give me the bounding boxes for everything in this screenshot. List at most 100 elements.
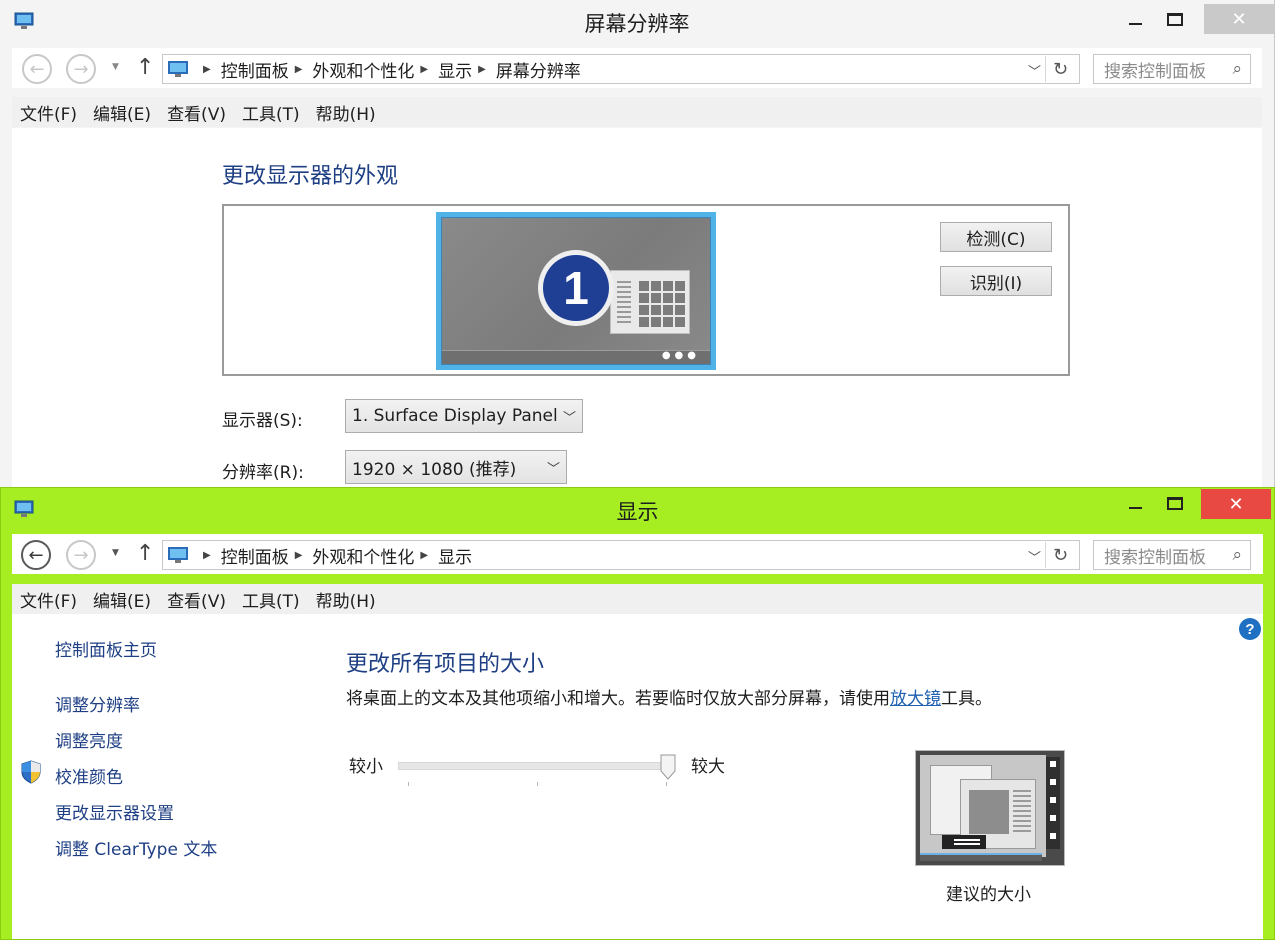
maximize-icon <box>1167 12 1183 26</box>
search-input[interactable]: 搜索控制面板 ⌕ <box>1093 54 1251 84</box>
breadcrumb-separator-icon[interactable]: ▶ <box>295 550 303 561</box>
display-select-value: 1. Surface Display Panel <box>352 406 558 426</box>
back-arrow-icon: ← <box>28 544 44 566</box>
slider-min-label: 较小 <box>349 757 383 777</box>
breadcrumb-display[interactable]: 显示 <box>438 543 472 568</box>
close-button[interactable]: ✕ <box>1204 4 1274 34</box>
menu-view[interactable]: 查看(V) <box>159 100 234 125</box>
refresh-button[interactable]: ↻ <box>1045 56 1075 82</box>
more-dots-icon: ●●● <box>661 350 700 361</box>
search-input[interactable]: 搜索控制面板 ⌕ <box>1093 540 1251 570</box>
display-select[interactable]: 1. Surface Display Panel ﹀ <box>345 399 583 433</box>
identify-button[interactable]: 识别(I) <box>940 266 1052 296</box>
breadcrumb-separator-icon[interactable]: ▶ <box>203 64 211 75</box>
monitor-layout-panel: 1 ●●● 检测(C) 识别(I) <box>222 204 1070 376</box>
preview-menu-chip <box>942 835 986 849</box>
window-grid-graphic <box>637 279 685 327</box>
up-level-button[interactable]: ↑ <box>136 55 154 80</box>
menu-bar: 文件(F) 编辑(E) 查看(V) 工具(T) 帮助(H) <box>12 584 1263 614</box>
breadcrumb-separator-icon[interactable]: ▶ <box>420 64 428 75</box>
address-bar[interactable]: ▶ 控制面板 ▶ 外观和个性化 ▶ 显示 ﹀ ↻ <box>162 540 1080 570</box>
description-after: 工具。 <box>941 689 992 709</box>
sidebar-item-display-settings[interactable]: 更改显示器设置 <box>55 799 174 824</box>
up-level-button[interactable]: ↑ <box>136 541 154 566</box>
magnifier-link[interactable]: 放大镜 <box>890 689 941 709</box>
close-icon: ✕ <box>1228 493 1244 515</box>
preview-desktop <box>920 755 1046 857</box>
forward-button[interactable]: → <box>66 540 96 570</box>
preview-caption: 建议的大小 <box>946 885 1031 905</box>
menu-help[interactable]: 帮助(H) <box>308 100 384 125</box>
maximize-button[interactable] <box>1152 4 1198 34</box>
close-button[interactable]: ✕ <box>1201 489 1271 519</box>
sidebar-item-calibrate-color[interactable]: 校准颜色 <box>55 763 123 788</box>
refresh-button[interactable]: ↻ <box>1045 542 1075 568</box>
menu-tools[interactable]: 工具(T) <box>234 587 308 612</box>
menu-file[interactable]: 文件(F) <box>12 100 85 125</box>
back-arrow-icon: ← <box>29 58 45 80</box>
breadcrumb-separator-icon[interactable]: ▶ <box>203 550 211 561</box>
breadcrumb-separator-icon[interactable]: ▶ <box>420 550 428 561</box>
charm-dot <box>1050 779 1056 785</box>
window-title: 显示 <box>616 500 659 524</box>
chevron-down-icon: ﹀ <box>546 462 560 477</box>
slider-thumb[interactable] <box>660 754 676 780</box>
charm-dot <box>1050 761 1056 767</box>
sidebar-item-adjust-resolution[interactable]: 调整分辨率 <box>55 691 140 716</box>
search-icon: ⌕ <box>1232 59 1242 79</box>
recent-locations-dropdown[interactable]: ▼ <box>112 62 119 72</box>
slider-track[interactable] <box>398 762 668 770</box>
menu-view[interactable]: 查看(V) <box>159 587 234 612</box>
preview-image-block <box>969 790 1009 834</box>
resolution-label: 分辨率(R): <box>222 463 304 483</box>
sidebar-item-control-panel-home[interactable]: 控制面板主页 <box>55 636 157 661</box>
minimize-icon <box>1128 507 1142 509</box>
breadcrumb-screen-resolution[interactable]: 屏幕分辨率 <box>496 57 581 82</box>
chevron-down-icon[interactable]: ﹀ <box>1028 61 1041 80</box>
size-preview-image <box>915 750 1065 866</box>
breadcrumb-display[interactable]: 显示 <box>438 57 472 82</box>
address-row: ← → ▼ ↑ ▶ 控制面板 ▶ 外观和个性化 ▶ 显示 ﹀ ↻ 搜索控制面板 … <box>12 534 1263 574</box>
menu-tools[interactable]: 工具(T) <box>234 100 308 125</box>
help-icon[interactable]: ? <box>1239 618 1261 640</box>
search-placeholder: 搜索控制面板 <box>1104 547 1206 568</box>
title-bar[interactable]: 屏幕分辨率 ✕ <box>0 0 1274 46</box>
resolution-select[interactable]: 1920 × 1080 (推荐) ﹀ <box>345 450 567 484</box>
back-button[interactable]: ← <box>22 54 52 84</box>
charm-dot <box>1050 797 1056 803</box>
screen-resolution-window: 屏幕分辨率 ✕ ← → ▼ ↑ ▶ 控制面板 ▶ 外观和个性化 ▶ 显示 ▶ 屏… <box>0 0 1275 490</box>
breadcrumb-separator-icon[interactable]: ▶ <box>478 64 486 75</box>
breadcrumb-appearance[interactable]: 外观和个性化 <box>312 57 414 82</box>
detect-button[interactable]: 检测(C) <box>940 222 1052 252</box>
monitor-1-tile[interactable]: 1 ●●● <box>436 212 716 370</box>
chevron-down-icon[interactable]: ﹀ <box>1028 547 1041 566</box>
breadcrumb-control-panel[interactable]: 控制面板 <box>221 543 289 568</box>
address-bar[interactable]: ▶ 控制面板 ▶ 外观和个性化 ▶ 显示 ▶ 屏幕分辨率 ﹀ ↻ <box>162 54 1080 84</box>
breadcrumb-separator-icon[interactable]: ▶ <box>295 64 303 75</box>
maximize-button[interactable] <box>1152 488 1198 518</box>
menu-file[interactable]: 文件(F) <box>12 587 85 612</box>
search-icon: ⌕ <box>1232 545 1242 565</box>
recent-locations-dropdown[interactable]: ▼ <box>112 548 119 558</box>
monitor-screen: 1 ●●● <box>441 217 711 365</box>
forward-button[interactable]: → <box>66 54 96 84</box>
back-button[interactable]: ← <box>21 540 51 570</box>
display-content: ? 控制面板主页 调整分辨率 调整亮度 校准颜色 更改显示器设置 调整 Clea… <box>12 614 1263 939</box>
window-lines-graphic <box>617 281 631 325</box>
menu-edit[interactable]: 编辑(E) <box>85 587 159 612</box>
breadcrumb-appearance[interactable]: 外观和个性化 <box>312 543 414 568</box>
size-slider[interactable] <box>398 754 680 788</box>
chevron-down-icon: ﹀ <box>562 411 576 426</box>
menu-edit[interactable]: 编辑(E) <box>85 100 159 125</box>
charm-dot <box>1050 833 1056 839</box>
breadcrumb-control-panel[interactable]: 控制面板 <box>221 57 289 82</box>
sidebar-item-adjust-brightness[interactable]: 调整亮度 <box>55 727 123 752</box>
display-window: 显示 ✕ ← → ▼ ↑ ▶ 控制面板 ▶ 外观和个性化 ▶ 显示 ﹀ ↻ 搜索… <box>0 487 1275 940</box>
monitor-number-badge: 1 <box>538 250 614 326</box>
preview-text-lines <box>1013 790 1031 834</box>
slider-max-label: 较大 <box>691 757 725 777</box>
title-bar[interactable]: 显示 ✕ <box>1 488 1274 532</box>
sidebar-item-cleartype[interactable]: 调整 ClearType 文本 <box>55 835 217 860</box>
window-title: 屏幕分辨率 <box>584 12 690 36</box>
menu-help[interactable]: 帮助(H) <box>308 587 384 612</box>
